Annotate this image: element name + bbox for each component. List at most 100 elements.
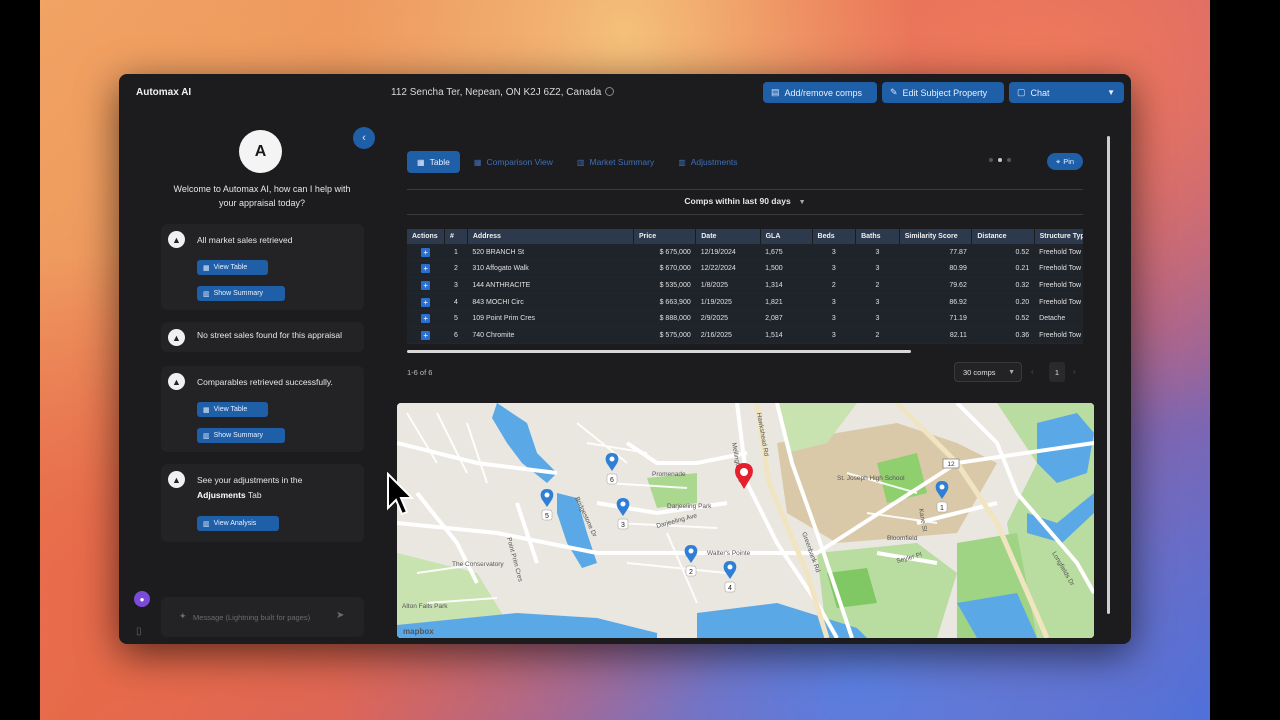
- comps-per-page-select[interactable]: 30 comps ▼: [954, 362, 1022, 382]
- comps-map[interactable]: 12 Promenade Darjeeling Park Darjeeling …: [397, 403, 1094, 638]
- cell-address: 740 Chromite: [467, 326, 634, 345]
- cell-address: 109 Point Prim Cres: [467, 310, 634, 328]
- cell-date: 1/19/2025: [695, 293, 761, 311]
- column-header[interactable]: GLA: [760, 229, 813, 244]
- cell-score: 86.92: [899, 293, 972, 311]
- cell-score: 71.19: [899, 310, 972, 328]
- divider: [407, 189, 1083, 190]
- column-header[interactable]: Actions: [407, 229, 446, 244]
- table-row[interactable]: +3 144 ANTHRACITE $ 535,000 1/8/2025 1,314 2 2…: [407, 277, 1083, 295]
- add-remove-comps-button[interactable]: ▤ Add/remove comps: [763, 82, 877, 103]
- column-header[interactable]: Date: [695, 229, 761, 244]
- table-row[interactable]: +6 740 Chromite $ 575,000 2/16/2025 1,514 3 2 8…: [407, 326, 1083, 345]
- chart-icon: ▥: [678, 157, 686, 167]
- add-comp-icon[interactable]: +: [421, 297, 431, 307]
- column-header[interactable]: #: [444, 229, 468, 244]
- column-header[interactable]: Structure Type: [1034, 229, 1083, 244]
- column-header[interactable]: Address: [467, 229, 634, 244]
- row-actions: +: [407, 326, 445, 345]
- comp-marker-number: 6: [610, 477, 614, 484]
- view-analysis-button[interactable]: ▥ View Analysis: [197, 516, 279, 531]
- cell-n: 4: [444, 293, 468, 311]
- assistant-avatar-icon: ▲: [168, 329, 185, 346]
- add-comp-icon[interactable]: +: [421, 330, 431, 340]
- add-comp-icon[interactable]: +: [421, 280, 431, 290]
- tab-table[interactable]: ▦ Table: [407, 151, 460, 173]
- column-header[interactable]: Price: [633, 229, 697, 244]
- table-row[interactable]: +2 310 Affogato Walk $ 670,000 12/22/2024 1,…: [407, 260, 1083, 278]
- comp-marker-number: 4: [728, 585, 732, 592]
- tab-adjustments-label: Adjustments: [690, 157, 738, 167]
- row-actions: +: [407, 244, 445, 262]
- previous-page-icon[interactable]: ‹: [1031, 367, 1034, 376]
- pin-label: Pin: [1063, 157, 1075, 166]
- info-icon[interactable]: [605, 87, 615, 96]
- cell-price: $ 663,900: [633, 293, 696, 311]
- tab-comparison-view[interactable]: ▦ Comparison View: [464, 151, 563, 173]
- row-actions: +: [407, 277, 445, 295]
- automax-logo: A: [239, 130, 282, 173]
- chat-message-text: All market sales retrieved: [197, 235, 293, 245]
- tab-table-label: Table: [429, 157, 450, 167]
- assistant-avatar-icon: ▲: [168, 471, 185, 488]
- adjustments-message-pre: See your adjustments in the: [197, 475, 303, 485]
- cell-price: $ 675,000: [633, 244, 696, 262]
- show-summary-button[interactable]: ▥ Show Summary: [197, 286, 285, 301]
- table-icon: ▦: [203, 406, 210, 414]
- assistant-avatar-icon: ▲: [168, 373, 185, 390]
- table-row[interactable]: +5 109 Point Prim Cres $ 888,000 2/9/2025 2,…: [407, 310, 1083, 328]
- add-comp-icon[interactable]: +: [421, 264, 431, 274]
- next-page-icon[interactable]: ›: [1073, 367, 1076, 376]
- document-icon[interactable]: ▯: [136, 626, 142, 637]
- page-number-button[interactable]: 1: [1049, 362, 1065, 382]
- view-table-button[interactable]: ▦ View Table: [197, 402, 268, 417]
- column-header[interactable]: Similarity Score: [899, 229, 973, 244]
- add-comp-icon[interactable]: +: [421, 314, 431, 324]
- collapse-panel-button[interactable]: ‹: [353, 127, 375, 149]
- carousel-dots[interactable]: [989, 158, 1011, 162]
- adjustments-message-post: Tab: [247, 490, 262, 500]
- cell-address: 144 ANTHRACITE: [467, 277, 634, 295]
- road-badge: 12: [947, 461, 955, 468]
- cell-address: 843 MOCHI Circ: [467, 293, 634, 311]
- show-summary-label: Show Summary: [213, 432, 264, 439]
- chat-message-card: ▲ Comparables retrieved successfully. ▦ V…: [161, 366, 364, 452]
- tab-adjustments[interactable]: ▥ Adjustments: [668, 151, 747, 173]
- cell-date: 2/16/2025: [695, 326, 761, 345]
- map-label: St. Joseph High School: [837, 475, 905, 482]
- cell-beds: 3: [812, 310, 856, 328]
- dot[interactable]: [1007, 158, 1011, 162]
- add-comp-icon[interactable]: +: [421, 247, 431, 257]
- cell-gla: 1,821: [760, 293, 813, 311]
- table-row[interactable]: +4 843 MOCHI Circ $ 663,900 1/19/2025 1,821 3…: [407, 293, 1083, 311]
- vertical-scrollbar[interactable]: [1107, 136, 1110, 614]
- cell-n: 3: [444, 277, 468, 295]
- cell-distance: 0.36: [971, 326, 1035, 345]
- chat-message-input[interactable]: ✦ Message (Lightning built for pages) ➤: [161, 597, 364, 637]
- table-body: +1 520 BRANCH St $ 675,000 12/19/2024 1,675 3…: [407, 244, 1083, 345]
- tab-market-summary[interactable]: ▥ Market Summary: [567, 151, 664, 173]
- show-summary-button[interactable]: ▥ Show Summary: [197, 428, 285, 443]
- comps-filter-dropdown[interactable]: Comps within last 90 days ▼: [407, 196, 1083, 206]
- send-icon[interactable]: ➤: [336, 610, 344, 621]
- dot[interactable]: [989, 158, 993, 162]
- map-canvas[interactable]: 12 Promenade Darjeeling Park Darjeeling …: [397, 403, 1094, 638]
- comp-marker-number: 2: [689, 569, 693, 576]
- user-avatar-icon[interactable]: ●: [134, 591, 150, 607]
- cell-gla: 1,514: [760, 326, 813, 345]
- column-header[interactable]: Beds: [812, 229, 857, 244]
- cell-baths: 2: [855, 277, 900, 295]
- cell-date: 12/22/2024: [695, 260, 761, 278]
- chevron-down-icon: ▼: [1008, 368, 1015, 376]
- cell-type: Freehold Tow: [1034, 277, 1083, 295]
- edit-subject-button[interactable]: ✎ Edit Subject Property: [882, 82, 1004, 103]
- pin-button[interactable]: ⌖ Pin: [1047, 153, 1083, 170]
- dot-active[interactable]: [998, 158, 1002, 162]
- column-header[interactable]: Distance: [971, 229, 1035, 244]
- cell-n: 5: [444, 310, 468, 328]
- view-table-button[interactable]: ▦ View Table: [197, 260, 268, 275]
- horizontal-scrollbar[interactable]: [407, 350, 911, 353]
- column-header[interactable]: Baths: [855, 229, 900, 244]
- chat-button[interactable]: ▢ Chat ▼: [1009, 82, 1124, 103]
- table-row[interactable]: +1 520 BRANCH St $ 675,000 12/19/2024 1,675 3…: [407, 244, 1083, 262]
